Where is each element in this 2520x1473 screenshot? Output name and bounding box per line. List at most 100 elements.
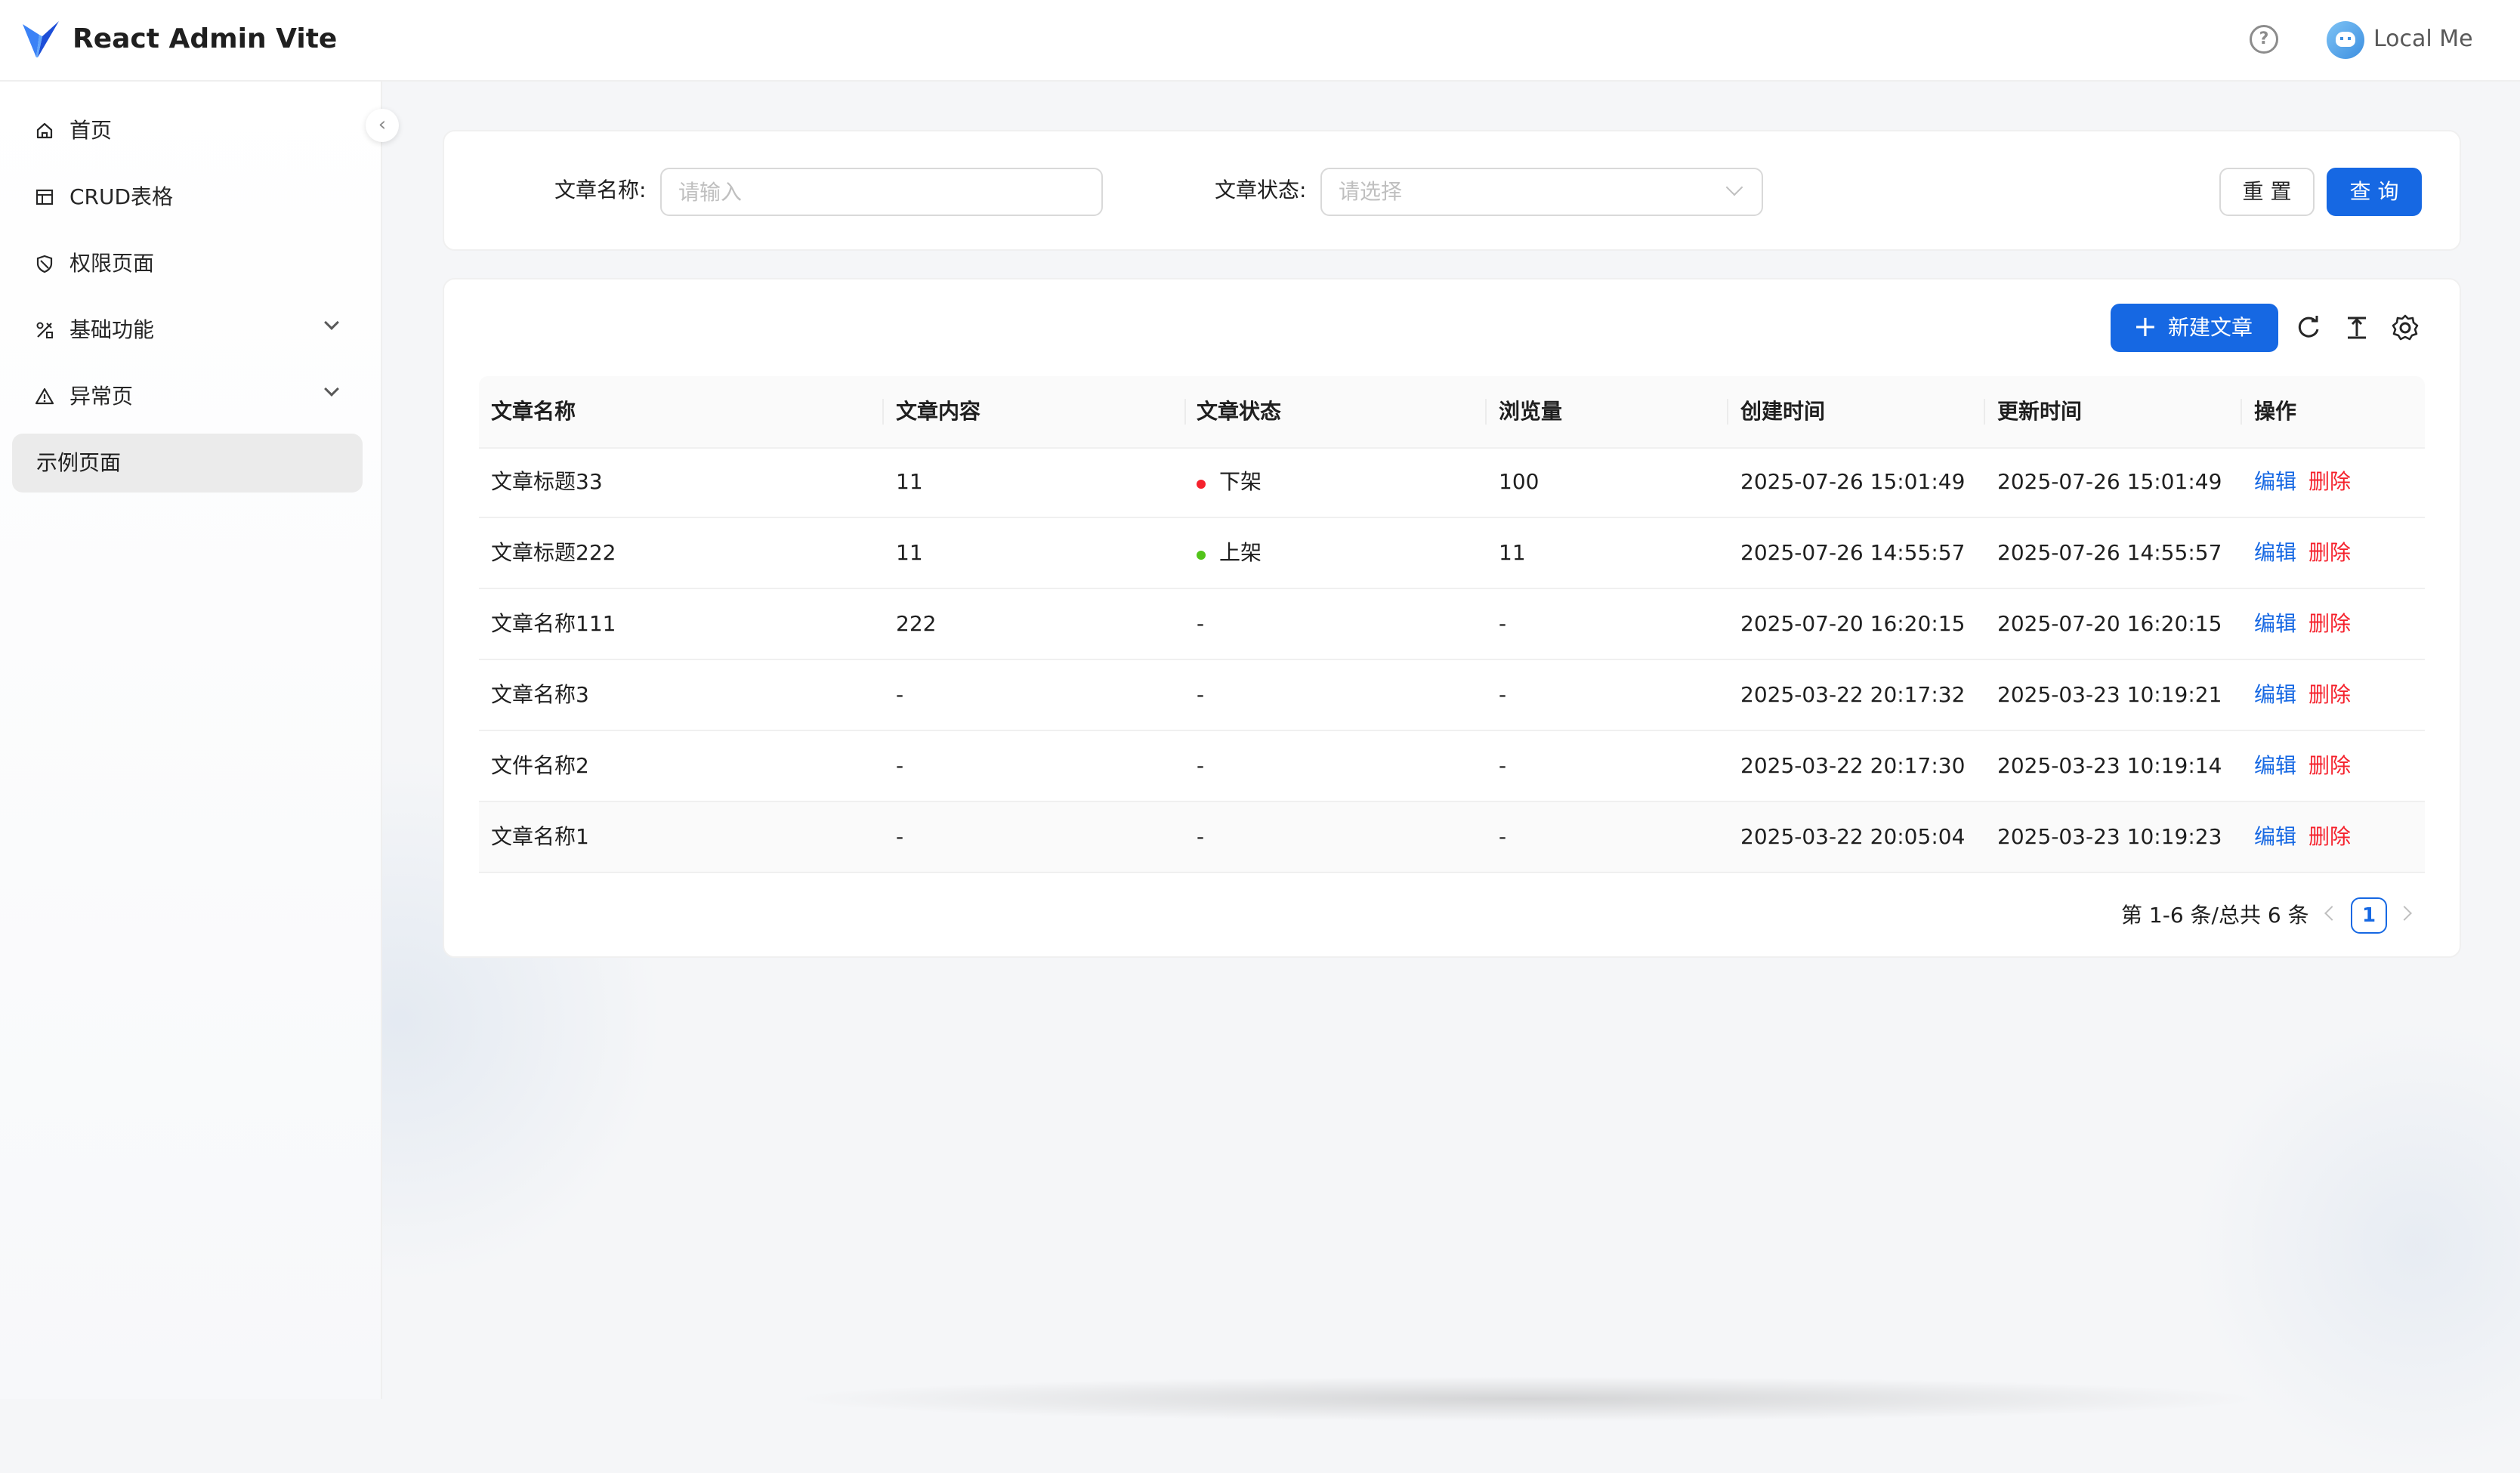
column-divider	[1984, 399, 1985, 425]
edit-link[interactable]: 编辑	[2254, 467, 2296, 497]
table-icon	[36, 189, 54, 205]
reset-button[interactable]: 重 置	[2219, 168, 2315, 216]
article-content: -	[896, 824, 904, 849]
updated-time: 2025-07-20 16:20:15	[1997, 611, 2222, 636]
column-header[interactable]: 浏览量	[1499, 397, 1562, 427]
edit-link[interactable]: 编辑	[2254, 538, 2296, 568]
article-views: -	[1499, 682, 1507, 707]
chevron-down-icon	[1725, 178, 1743, 196]
settings-icon[interactable]	[2390, 313, 2420, 343]
article-content: 11	[896, 469, 923, 494]
sidebar-item-permission[interactable]: 权限页面	[12, 234, 363, 293]
column-header[interactable]: 文章状态	[1197, 397, 1281, 427]
article-status: 上架	[1219, 540, 1262, 565]
chevron-down-icon	[324, 315, 339, 330]
status-dot	[1197, 480, 1206, 489]
column-divider	[1184, 399, 1186, 425]
delete-link[interactable]: 删除	[2308, 538, 2351, 568]
name-search-input[interactable]	[660, 168, 1103, 216]
edit-link[interactable]: 编辑	[2254, 609, 2296, 639]
created-time: 2025-07-26 14:55:57	[1740, 540, 1966, 565]
table-row: 文章名称111 222 - - 2025-07-20 16:20:15 2025…	[479, 589, 2425, 660]
query-button[interactable]: 查 询	[2327, 168, 2422, 216]
new-article-button[interactable]: + 新建文章	[2111, 304, 2278, 352]
updated-time: 2025-03-23 10:19:14	[1997, 753, 2222, 778]
help-icon[interactable]: ?	[2250, 25, 2278, 54]
sidebar-collapse-button[interactable]: ‹	[366, 109, 399, 142]
article-status: -	[1197, 753, 1205, 778]
column-divider	[2241, 399, 2242, 425]
edit-link[interactable]: 编辑	[2254, 680, 2296, 710]
table-row: 文章标题222 11 上架 11 2025-07-26 14:55:57 202…	[479, 518, 2425, 589]
background-shadow	[786, 1376, 2266, 1422]
new-article-label: 新建文章	[2168, 315, 2253, 340]
column-divider	[882, 399, 884, 425]
article-status: 下架	[1219, 469, 1262, 494]
created-time: 2025-03-22 20:17:30	[1740, 753, 1966, 778]
column-divider	[1485, 399, 1487, 425]
sidebar-item-crud[interactable]: CRUD表格	[12, 168, 363, 227]
name-field-label: 文章名称:	[554, 178, 647, 202]
column-header[interactable]: 文章内容	[896, 397, 981, 427]
edit-link[interactable]: 编辑	[2254, 822, 2296, 852]
article-name: 文章标题33	[491, 469, 603, 494]
created-time: 2025-03-22 20:17:32	[1740, 682, 1966, 707]
delete-link[interactable]: 删除	[2308, 680, 2351, 710]
sidebar-item-label: CRUD表格	[69, 184, 174, 209]
sidebar-item-home[interactable]: 首页	[12, 101, 363, 160]
article-status: -	[1197, 824, 1205, 849]
created-time: 2025-03-22 20:05:04	[1740, 824, 1966, 849]
delete-link[interactable]: 删除	[2308, 822, 2351, 852]
density-icon[interactable]	[2342, 313, 2372, 343]
article-views: 11	[1499, 540, 1526, 565]
column-header[interactable]: 创建时间	[1740, 397, 1825, 427]
sidebar: 首页 CRUD表格 权限页面 基础功能 异常页 示例页面	[0, 82, 382, 1399]
sidebar-item-example[interactable]: 示例页面	[12, 434, 363, 493]
article-status: -	[1197, 682, 1205, 707]
top-header: React Admin Vite ? Local Me	[0, 0, 2520, 82]
updated-time: 2025-07-26 14:55:57	[1997, 540, 2222, 565]
sidebar-item-label: 基础功能	[69, 317, 155, 342]
app-title[interactable]: React Admin Vite	[73, 21, 337, 57]
delete-link[interactable]: 删除	[2308, 751, 2351, 781]
table-row: 文章名称1 - - - 2025-03-22 20:05:04 2025-03-…	[479, 802, 2425, 873]
edit-link[interactable]: 编辑	[2254, 751, 2296, 781]
app-logo-icon[interactable]	[21, 20, 60, 59]
article-content: 11	[896, 540, 923, 565]
chevron-down-icon	[324, 381, 339, 397]
article-status: -	[1197, 611, 1205, 636]
status-dot	[1197, 551, 1206, 560]
article-name: 文章名称3	[491, 682, 589, 707]
article-views: 100	[1499, 469, 1539, 494]
user-name[interactable]: Local Me	[2373, 24, 2473, 54]
column-header: 操作	[2254, 399, 2297, 424]
article-name: 文章名称111	[491, 611, 616, 636]
article-content: -	[896, 682, 904, 707]
sidebar-item-basic[interactable]: 基础功能	[12, 301, 363, 360]
warning-icon	[35, 388, 54, 405]
table-header: 文章名称 文章内容 文章状态 浏览量 创建时间 更新时间 操作	[479, 376, 2425, 449]
created-time: 2025-07-26 15:01:49	[1740, 469, 1966, 494]
tools-icon	[36, 322, 53, 338]
sidebar-item-label: 示例页面	[36, 450, 122, 475]
updated-time: 2025-03-23 10:19:21	[1997, 682, 2222, 707]
sidebar-item-label: 权限页面	[69, 251, 155, 276]
article-views: -	[1499, 824, 1507, 849]
pagination-total: 第 1-6 条/总共 6 条	[2121, 903, 2309, 928]
plus-icon: +	[2133, 310, 2157, 343]
updated-time: 2025-07-26 15:01:49	[1997, 469, 2222, 494]
sidebar-item-error[interactable]: 异常页	[12, 367, 363, 426]
pagination-page[interactable]: 1	[2351, 897, 2387, 934]
avatar[interactable]	[2327, 21, 2364, 59]
column-header[interactable]: 文章名称	[491, 397, 576, 427]
refresh-icon[interactable]	[2293, 313, 2324, 343]
delete-link[interactable]: 删除	[2308, 609, 2351, 639]
delete-link[interactable]: 删除	[2308, 467, 2351, 497]
updated-time: 2025-03-23 10:19:23	[1997, 824, 2222, 849]
home-icon	[36, 122, 53, 139]
status-select[interactable]: 请选择	[1320, 168, 1763, 216]
status-field-label: 文章状态:	[1215, 178, 1307, 202]
shield-icon	[36, 255, 53, 273]
article-name: 文件名称2	[491, 753, 589, 778]
column-header[interactable]: 更新时间	[1997, 397, 2082, 427]
